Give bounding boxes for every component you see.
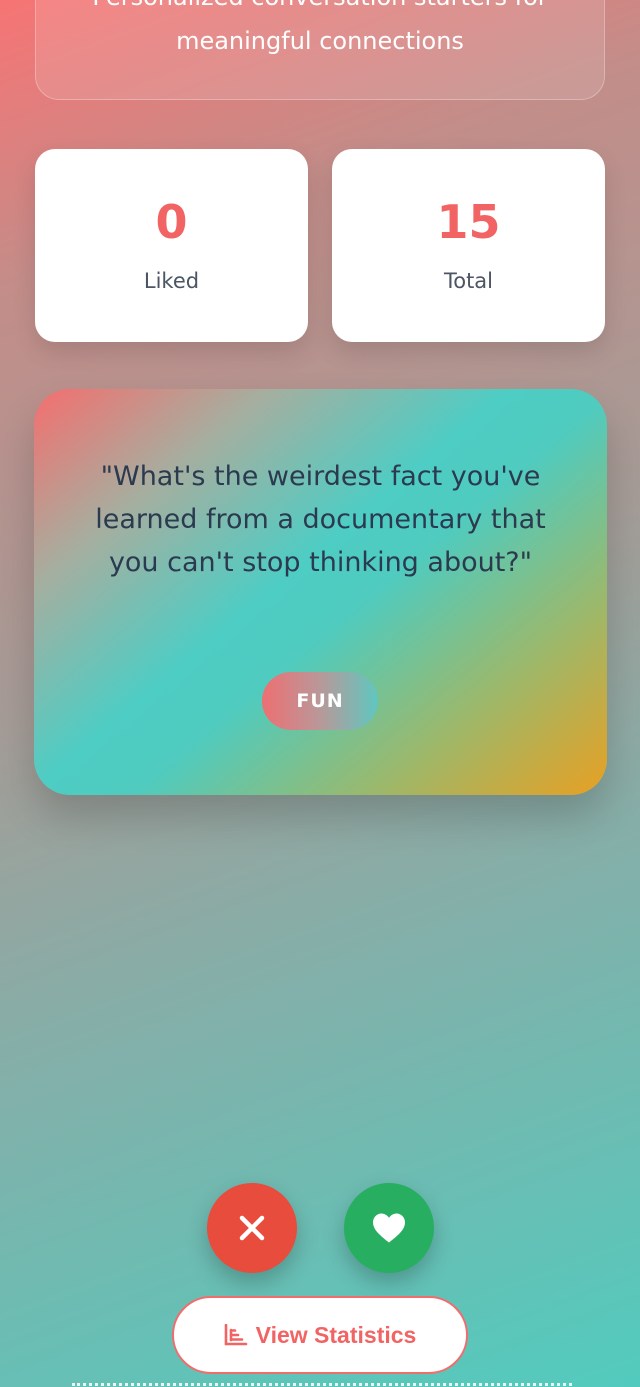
- liked-count: 0: [155, 195, 188, 249]
- bottom-divider: [72, 1383, 572, 1387]
- header-card: Personalized conversation starters for m…: [35, 0, 605, 100]
- liked-label: Liked: [143, 269, 200, 293]
- bar-chart-icon: [224, 1324, 248, 1346]
- dislike-button[interactable]: [207, 1183, 297, 1273]
- question-card[interactable]: "What's the weirdest fact you've learned…: [34, 389, 607, 795]
- view-statistics-button[interactable]: View Statistics: [172, 1296, 468, 1374]
- total-stat-card: 15 Total: [332, 149, 605, 342]
- total-label: Total: [443, 269, 494, 293]
- question-text: "What's the weirdest fact you've learned…: [95, 461, 546, 578]
- heart-icon: [373, 1213, 405, 1243]
- like-button[interactable]: [344, 1183, 434, 1273]
- header-subtitle-line-2: meaningful connections: [176, 27, 464, 55]
- close-icon: [239, 1215, 265, 1241]
- header-subtitle-line-1: Personalized conversation starters for: [36, 0, 604, 19]
- view-statistics-label: View Statistics: [255, 1321, 417, 1348]
- total-count: 15: [436, 195, 501, 249]
- category-tag: FUN: [262, 672, 378, 730]
- liked-stat-card: 0 Liked: [35, 149, 308, 342]
